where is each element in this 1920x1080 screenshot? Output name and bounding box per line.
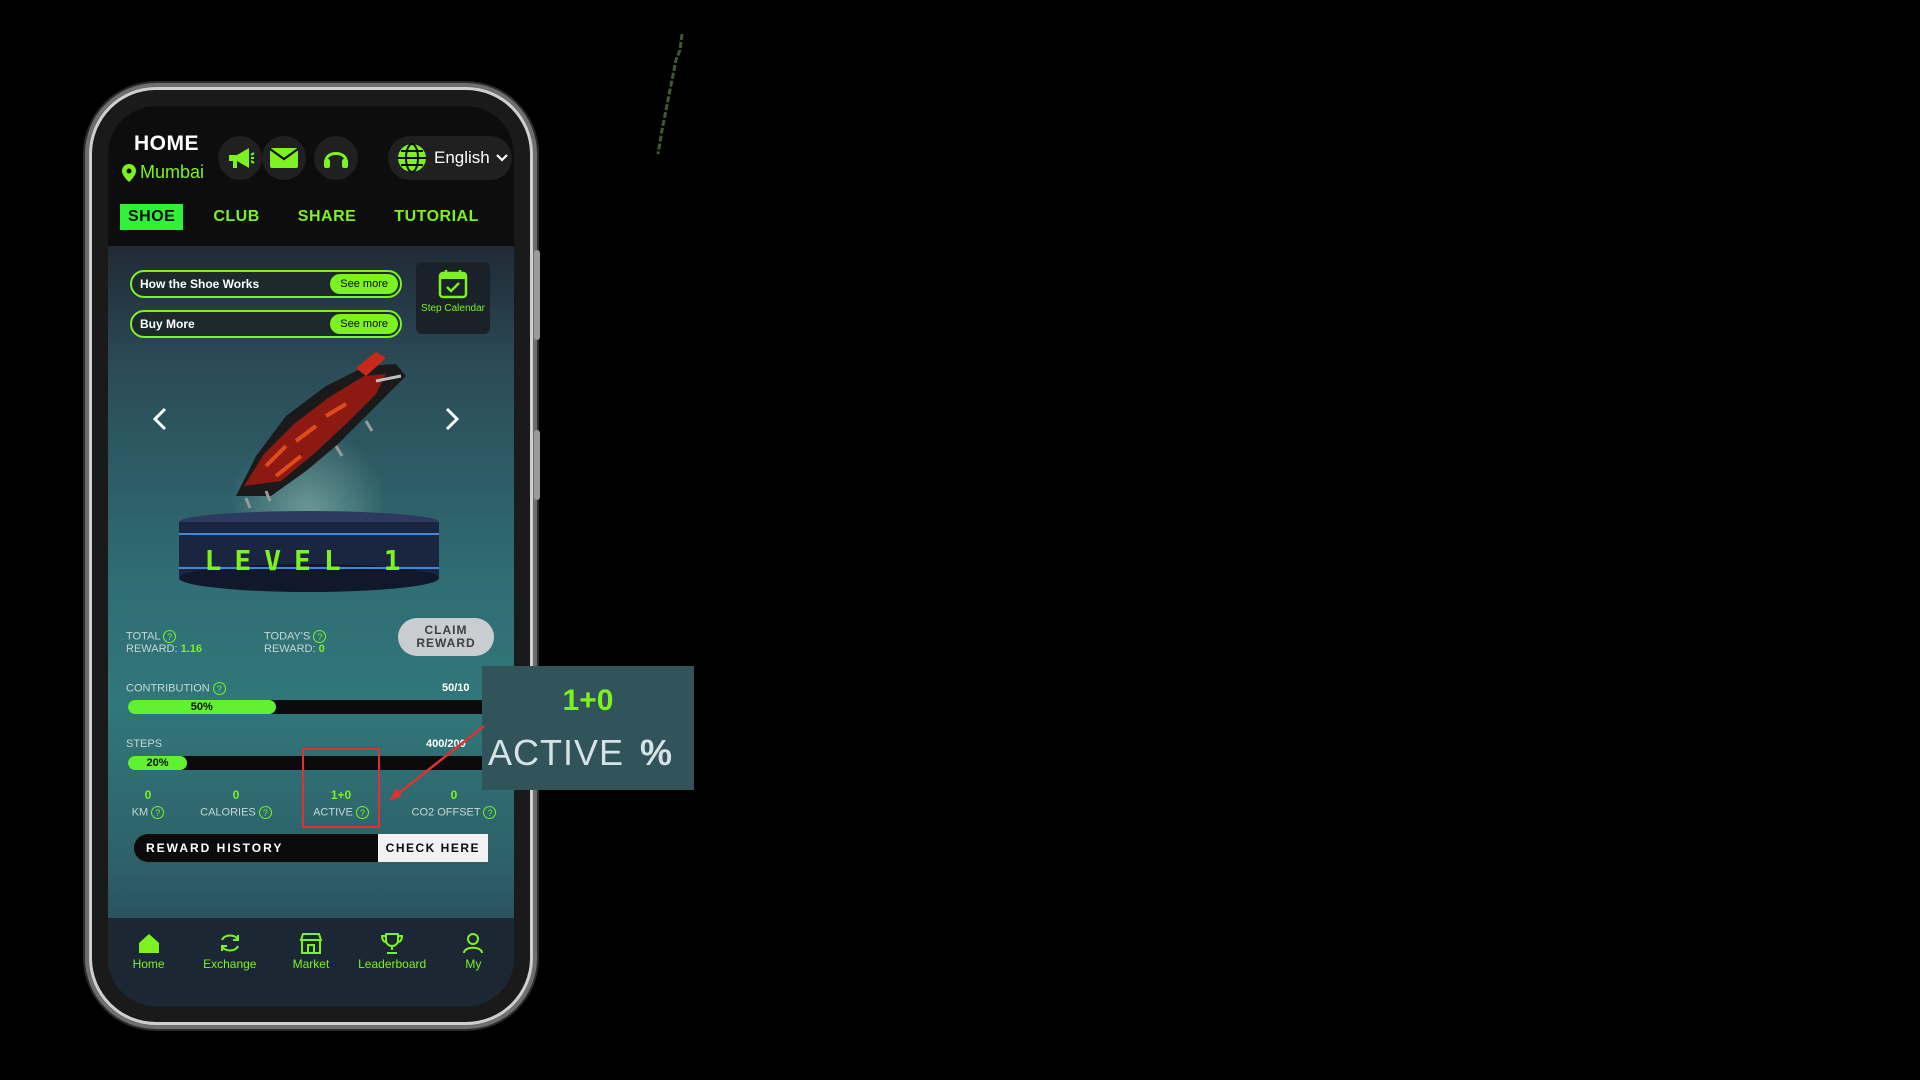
nav-my[interactable]: My	[438, 932, 508, 1006]
nav-leaderboard[interactable]: Leaderboard	[357, 932, 427, 1006]
globe-icon	[398, 143, 426, 173]
trophy-icon	[381, 933, 404, 954]
tab-club[interactable]: CLUB	[205, 204, 267, 230]
help-icon[interactable]: ?	[163, 630, 177, 643]
shoe-image	[236, 352, 406, 509]
zoom-callout: 1+0 ACTIVE %	[482, 666, 694, 790]
see-more-button[interactable]: See more	[330, 274, 398, 294]
see-more-button[interactable]: See more	[330, 314, 398, 334]
zoom-label: ACTIVE	[488, 732, 625, 773]
steps-label: STEPS	[126, 738, 163, 750]
nav-label: My	[465, 957, 482, 971]
contribution-label: CONTRIBUTION ?	[126, 682, 226, 695]
calendar-check-icon	[438, 270, 468, 299]
language-label: English	[434, 148, 490, 167]
check-here-button[interactable]: CHECK HERE	[377, 834, 488, 862]
steps-progress-fill: 20%	[128, 756, 188, 770]
tab-shoe[interactable]: SHOE	[120, 204, 184, 230]
contribution-progress-fill: 50%	[128, 700, 276, 714]
help-icon[interactable]: ?	[212, 682, 226, 695]
page-title: HOME	[134, 132, 199, 155]
nav-home[interactable]: Home	[114, 932, 184, 1006]
side-button	[534, 250, 540, 340]
todays-reward-label-2: REWARD:	[264, 643, 316, 656]
help-icon[interactable]: ?	[151, 806, 165, 819]
exchange-icon	[220, 934, 239, 952]
how-shoe-works-pill[interactable]: How the Shoe Works See more	[130, 270, 402, 298]
metric-km: 0 KM ?	[126, 788, 170, 819]
total-reward-label: TOTAL	[126, 630, 161, 643]
total-reward-label-2: REWARD:	[126, 643, 178, 656]
nav-market[interactable]: Market	[276, 932, 346, 1006]
side-button	[534, 430, 540, 500]
step-calendar-label: Step Calendar	[421, 303, 485, 314]
metric-value: 0	[144, 788, 152, 802]
store-icon	[299, 933, 323, 954]
chevron-left-icon	[152, 407, 167, 431]
nav-label: Market	[292, 957, 330, 971]
metric-value: 0	[232, 788, 240, 802]
headset-icon	[324, 152, 348, 168]
todays-reward-value: 0	[318, 643, 325, 656]
bottom-nav: Home Exchange Market Leaderboard My	[108, 918, 514, 1006]
reward-history-label: REWARD HISTORY	[146, 841, 284, 855]
app-screen: HOME Mumbai English SHOE CLUB SHARE TUTO…	[108, 106, 514, 1006]
announcement-button[interactable]	[218, 136, 262, 180]
callout-arrow-icon	[389, 725, 485, 801]
step-calendar-button[interactable]: Step Calendar	[416, 262, 490, 334]
nav-label: Home	[132, 957, 165, 971]
tab-share[interactable]: SHARE	[290, 204, 365, 230]
phone-frame: HOME Mumbai English SHOE CLUB SHARE TUTO…	[92, 90, 540, 1022]
buy-more-pill[interactable]: Buy More See more	[130, 310, 402, 338]
metric-label: CALORIES	[200, 806, 256, 819]
total-reward-value: 1.16	[180, 643, 203, 656]
todays-reward-label: TODAY'S	[264, 630, 311, 643]
location-pin-icon	[122, 163, 136, 182]
pill-label: Buy More	[140, 317, 195, 331]
contribution-progress: 50%	[128, 700, 488, 714]
todays-reward: TODAY'S ? REWARD: 0	[264, 630, 327, 656]
contribution-value: 50/10	[442, 682, 470, 694]
claim-reward-button[interactable]: CLAIM REWARD	[398, 618, 494, 656]
contribution-label-text: CONTRIBUTION	[126, 682, 210, 695]
mail-button[interactable]	[262, 136, 306, 180]
total-reward: TOTAL ? REWARD: 1.16	[126, 630, 202, 656]
megaphone-icon	[229, 148, 255, 168]
location-label: Mumbai	[140, 162, 205, 182]
metric-calories: 0 CALORIES ?	[190, 788, 282, 819]
mail-icon	[269, 148, 299, 168]
home-icon	[138, 934, 159, 953]
nav-label: Exchange	[203, 957, 257, 971]
location[interactable]: Mumbai	[122, 162, 204, 183]
pill-label: How the Shoe Works	[140, 277, 260, 291]
top-bar: HOME Mumbai English SHOE CLUB SHARE TUTO…	[108, 106, 514, 246]
shoe-level: LEVEL 1	[204, 544, 414, 577]
user-icon	[463, 933, 484, 954]
chevron-down-icon	[495, 154, 508, 162]
active-highlight-box	[302, 748, 380, 828]
metric-label: KM	[131, 806, 149, 819]
zoom-value: 1+0	[562, 684, 614, 717]
nav-label: Leaderboard	[358, 957, 427, 971]
support-button[interactable]	[314, 136, 358, 180]
chevron-right-icon	[445, 407, 460, 431]
carousel-next-button[interactable]	[444, 406, 460, 440]
nav-exchange[interactable]: Exchange	[195, 932, 265, 1006]
help-icon[interactable]: ?	[258, 806, 272, 819]
tab-tutorial[interactable]: TUTORIAL	[386, 204, 487, 230]
language-selector[interactable]: English	[388, 136, 512, 180]
decorative-stroke	[656, 33, 684, 155]
reward-history-bar: REWARD HISTORY CHECK HERE	[134, 834, 488, 862]
zoom-suffix: %	[640, 732, 673, 773]
tab-bar: SHOE CLUB SHARE TUTORIAL	[120, 202, 504, 232]
help-icon[interactable]: ?	[313, 630, 327, 643]
carousel-prev-button[interactable]	[152, 406, 168, 440]
